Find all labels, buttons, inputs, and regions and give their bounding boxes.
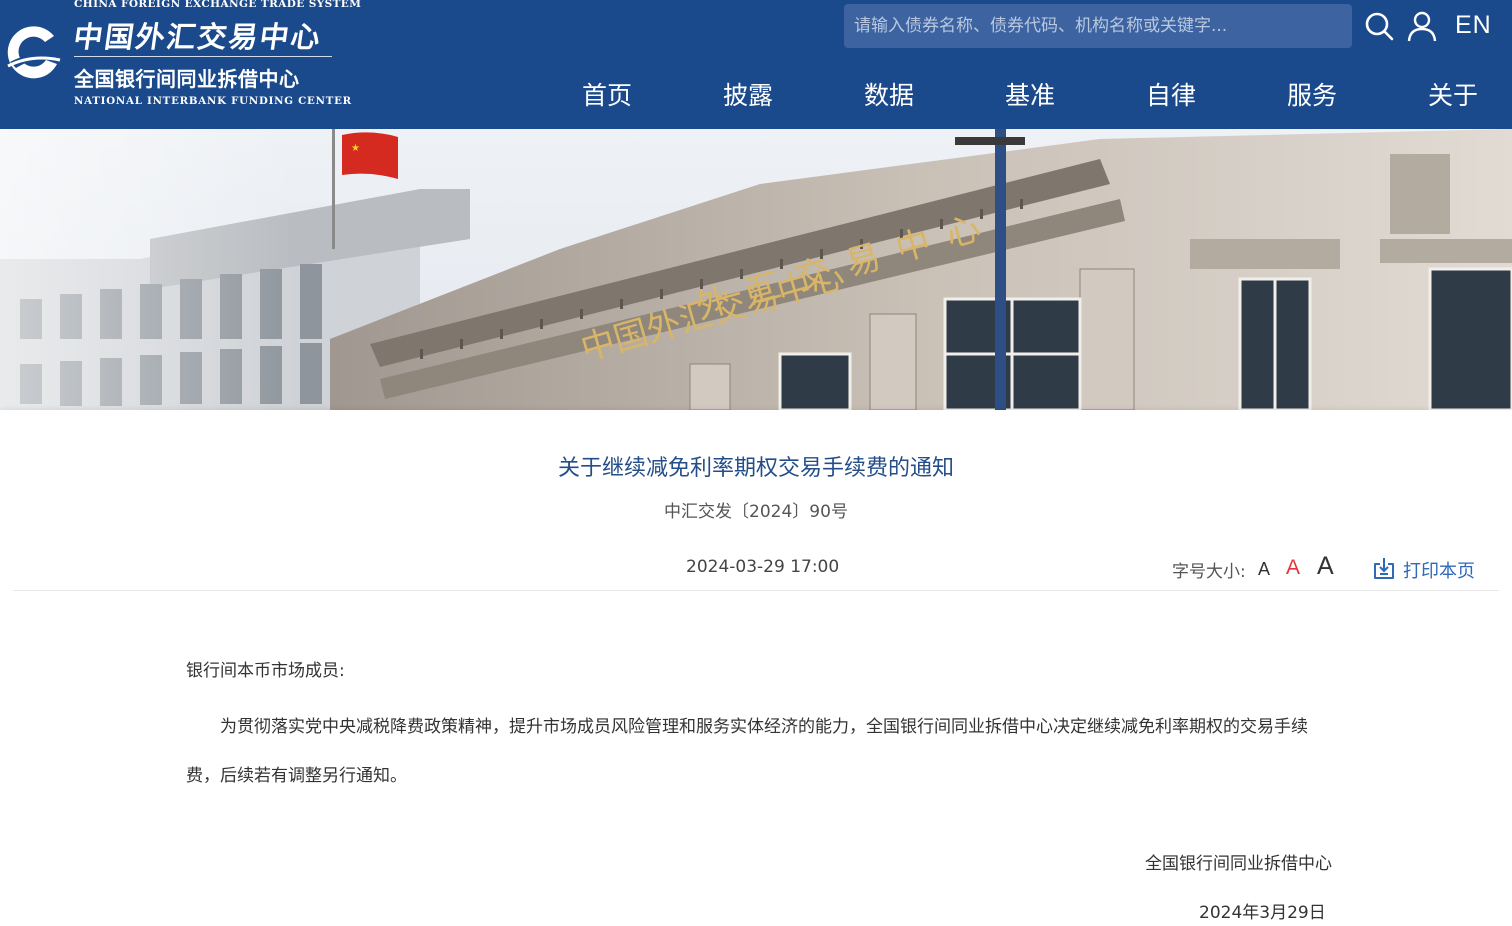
document-number: 中汇交发〔2024〕90号: [664, 502, 848, 522]
logo-divider: [74, 56, 332, 57]
publish-date: 2024-03-29 17:00: [686, 557, 840, 577]
nav-item-data[interactable]: 数据: [864, 76, 914, 112]
font-size-large-button[interactable]: A: [1317, 552, 1334, 581]
search-icon[interactable]: [1363, 10, 1395, 42]
print-icon: [1374, 558, 1394, 579]
main-nav: 首页 披露 数据 基准 自律 服务 关于: [0, 76, 1512, 116]
user-icon[interactable]: [1406, 10, 1438, 42]
svg-text:★: ★: [351, 143, 360, 154]
article-panel: 关于继续减免利率期权交易手续费的通知 中汇交发〔2024〕90号 2024-03…: [0, 410, 1512, 926]
font-size-small-button[interactable]: A: [1258, 559, 1270, 580]
language-switch-button[interactable]: EN: [1455, 11, 1492, 40]
article-title: 关于继续减免利率期权交易手续费的通知: [557, 456, 954, 481]
search-input[interactable]: [844, 4, 1352, 48]
nav-item-self-regulation[interactable]: 自律: [1146, 76, 1196, 112]
article-signature: 全国银行间同业拆借中心: [1145, 854, 1332, 874]
article-salutation: 银行间本币市场成员:: [186, 661, 345, 681]
logo-cfets-chinese-text: 中国外汇交易中心: [71, 20, 325, 54]
nav-item-services[interactable]: 服务: [1287, 76, 1337, 112]
building-photo: ★ 中国外汇交易中心 外汇交易中心: [0, 129, 1512, 410]
font-size-medium-button[interactable]: A: [1286, 556, 1300, 580]
nav-item-benchmark[interactable]: 基准: [1005, 76, 1055, 112]
nav-item-home[interactable]: 首页: [582, 76, 632, 112]
article-paragraph: 为贯彻落实党中央减税降费政策精神，提升市场成员风险管理和服务实体经济的能力，全国…: [186, 717, 1308, 786]
logo-top-english-text: CHINA FOREIGN EXCHANGE TRADE SYSTEM: [74, 0, 362, 10]
site-header: CHINA FOREIGN EXCHANGE TRADE SYSTEM 中国外汇…: [0, 0, 1512, 129]
font-size-label: 字号大小:: [1172, 562, 1246, 582]
article-sign-date: 2024年3月29日: [1199, 903, 1326, 923]
cfets-emblem-icon: [7, 26, 61, 79]
hero-banner: ★ 中国外汇交易中心 外汇交易中心: [0, 129, 1512, 410]
nav-item-disclosure[interactable]: 披露: [723, 76, 773, 112]
content-divider: [13, 590, 1499, 591]
print-page-label: 打印本页: [1403, 561, 1475, 582]
nav-item-about[interactable]: 关于: [1428, 76, 1478, 112]
